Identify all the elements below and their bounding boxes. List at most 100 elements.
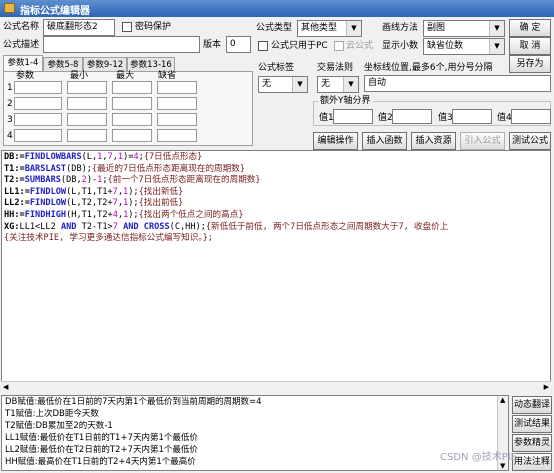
translation-line: LL1赋值:最低价在T1日前的T1+7天内第1个最低价 [5, 433, 198, 443]
code-token: AND [123, 221, 139, 232]
code-token: AND [60, 221, 77, 232]
password-checkbox[interactable] [122, 22, 132, 32]
trade-rule-select[interactable]: 无 ▼ [317, 76, 359, 93]
pc-only-label: 公式只用于PC [271, 41, 328, 51]
code-token: FINDHIGH [24, 209, 67, 220]
param-default-cell[interactable] [157, 129, 197, 142]
translation-line: T1赋值:上次DB距今天数 [5, 409, 99, 419]
param-min-cell[interactable] [67, 81, 107, 94]
cloud-formula-checkbox[interactable] [334, 41, 344, 51]
param-name-cell[interactable] [14, 129, 62, 142]
param-name-cell[interactable] [14, 113, 62, 126]
decimals-label: 显示小数 [382, 41, 419, 51]
param-default-cell[interactable] [157, 113, 197, 126]
scroll-right-icon[interactable]: ▶ [544, 383, 549, 391]
draw-method-select[interactable]: 副图 ▼ [423, 20, 505, 37]
import-formula-button[interactable]: 引入公式 [460, 132, 505, 150]
decimals-value: 缺省位数 [427, 41, 464, 51]
axis-value1-input[interactable] [333, 109, 373, 124]
formula-tag-value: 无 [262, 79, 272, 89]
scroll-left-icon[interactable]: ◀ [3, 383, 8, 391]
code-comment: {找出新低} [138, 186, 184, 197]
code-token: FINDLOWBARS [24, 152, 82, 162]
cloud-formula-label: 云公式 [346, 41, 374, 51]
chevron-down-icon: ▼ [346, 21, 361, 36]
param-min-cell[interactable] [67, 97, 107, 110]
scroll-up-icon[interactable]: ▲ [500, 396, 505, 404]
formula-name-input[interactable]: 破底翻形态2 [43, 19, 115, 36]
chevron-down-icon: ▼ [489, 21, 504, 36]
extra-axis-label: 额外Y轴分界 [318, 94, 373, 108]
code-comment: {找出两个低点之间的高点} [138, 209, 244, 220]
usage-notes-button[interactable]: 用法注释 [512, 453, 552, 471]
axis-value3-input[interactable] [452, 109, 492, 124]
code-comment: {7日低点形态} [143, 152, 203, 162]
formula-type-select[interactable]: 其他类型 ▼ [297, 20, 362, 37]
axis-value2-label: 值2 [378, 113, 393, 123]
window-titlebar: 指标公式编辑器 [0, 0, 554, 17]
version-input[interactable]: 0 [226, 36, 251, 53]
translation-line: DB赋值:最低价在1日前的7天内第1个最低价到当前周期的周期数=4 [5, 397, 262, 407]
save-as-button[interactable]: 另存为 [509, 55, 551, 73]
ok-button[interactable]: 确 定 [509, 19, 551, 37]
code-token: )- [86, 175, 98, 186]
code-token: FINDLOW [29, 186, 67, 197]
insert-function-button[interactable]: 插入函数 [362, 132, 407, 150]
pc-only-checkbox[interactable] [258, 41, 268, 51]
code-token: T2:= [4, 175, 25, 186]
param-min-cell[interactable] [67, 129, 107, 142]
formula-tag-select[interactable]: 无 ▼ [258, 76, 308, 93]
code-token: FINDLOW [29, 198, 67, 209]
axis-position-label: 坐标线位置,最多6个,用分号分隔 [364, 63, 493, 73]
code-token: (L,T1,T1+ [66, 186, 113, 197]
code-token: (H,T1,T2+ [66, 209, 113, 220]
draw-method-value: 副图 [427, 23, 446, 33]
param-row-num: 1 [7, 83, 13, 93]
translation-line: T2赋值:DB累加至2的天数-1 [5, 421, 113, 431]
param-wizard-button[interactable]: 参数精灵 [512, 434, 552, 452]
code-token: (DB); [66, 163, 92, 174]
param-min-cell[interactable] [67, 113, 107, 126]
axis-value4-input[interactable] [511, 109, 551, 124]
param-row-num: 4 [7, 131, 13, 141]
code-token: CROSS [143, 221, 170, 232]
trade-rule-value: 无 [321, 79, 331, 89]
translation-line: LL2赋值:最低价在T2日前的T2+7天内第1个最低价 [5, 445, 198, 455]
code-comment: {新低低于前低, 两个7日低点形态之间周期数大于7, 收盘价上 [205, 221, 449, 232]
window-title: 指标公式编辑器 [20, 6, 90, 17]
param-default-cell[interactable] [157, 81, 197, 94]
param-name-cell[interactable] [14, 81, 62, 94]
code-content: DB:=FINDLOWBARS(L,1,7,1)=4;{7日低点形态} T1:=… [2, 151, 550, 246]
insert-resource-button[interactable]: 插入资源 [411, 132, 456, 150]
code-editor[interactable]: DB:=FINDLOWBARS(L,1,7,1)=4;{7日低点形态} T1:=… [1, 150, 551, 392]
formula-desc-label: 公式描述 [3, 40, 40, 50]
code-token: (L, [81, 152, 98, 162]
axis-value4-label: 值4 [497, 113, 512, 123]
translation-panel: DB赋值:最低价在1日前的7天内第1个最低价到当前周期的周期数=4 T1赋值:上… [1, 395, 509, 471]
param-default-cell[interactable] [157, 97, 197, 110]
edit-operation-button[interactable]: 编辑操作 [313, 132, 358, 150]
axis-value3-label: 值3 [438, 113, 453, 123]
axis-value2-input[interactable] [392, 109, 432, 124]
param-max-cell[interactable] [112, 129, 152, 142]
trade-rule-label: 交易法则 [317, 63, 354, 73]
code-token: LL1:= [4, 186, 30, 197]
formula-type-value: 其他类型 [301, 23, 338, 33]
param-max-cell[interactable] [112, 97, 152, 110]
test-result-button[interactable]: 测试结果 [512, 415, 552, 433]
param-max-cell[interactable] [112, 113, 152, 126]
formula-name-label: 公式名称 [3, 22, 40, 32]
param-max-cell[interactable] [112, 81, 152, 94]
axis-position-input[interactable]: 自动 [364, 75, 551, 92]
dynamic-translate-button[interactable]: 动态翻译 [512, 396, 552, 414]
code-token: XG: [4, 221, 20, 232]
formula-desc-input[interactable] [43, 36, 200, 53]
test-formula-button[interactable]: 测试公式 [509, 132, 551, 150]
decimals-select[interactable]: 缺省位数 ▼ [423, 38, 505, 55]
cancel-button[interactable]: 取 消 [509, 37, 551, 55]
translation-line: HH赋值:最高价在T1日前的T2+4天内第1个最高价 [5, 457, 196, 467]
code-token: DB:= [4, 152, 25, 162]
param-name-cell[interactable] [14, 97, 62, 110]
code-comment: {前一个7日低点形态距离现在的周期数} [107, 175, 261, 186]
editor-horizontal-scrollbar[interactable]: ◀ ▶ [1, 381, 551, 392]
